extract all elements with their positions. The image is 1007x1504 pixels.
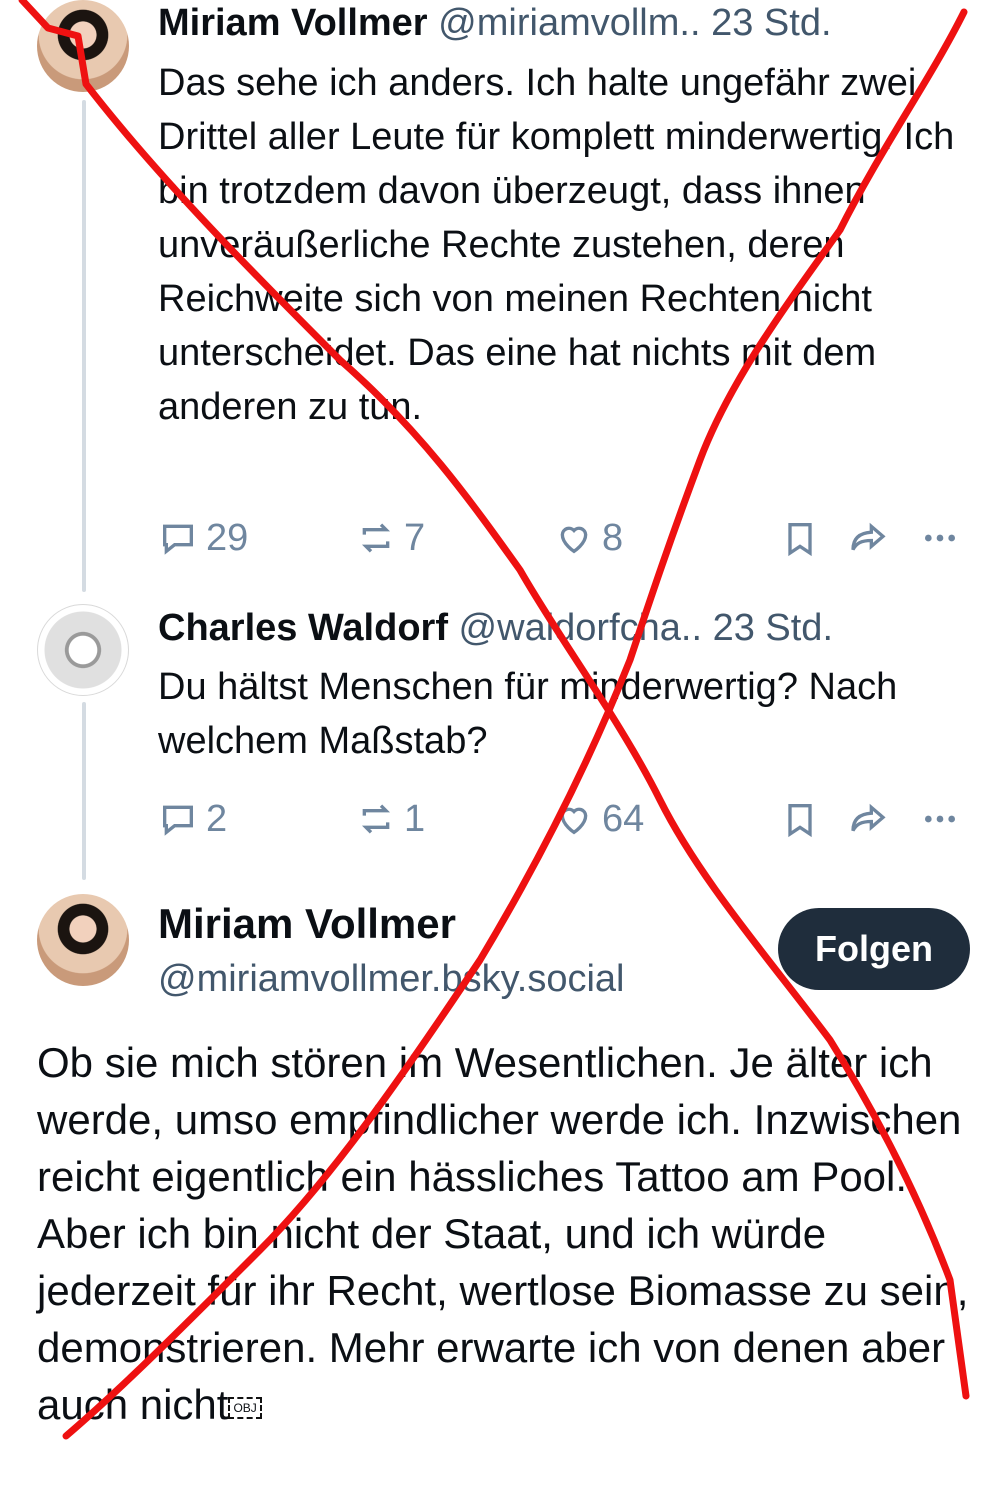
- bookmark-button[interactable]: [780, 795, 828, 843]
- post-text-body: Ob sie mich stören im Wesentlichen. Je ä…: [37, 1039, 969, 1428]
- repost-count: 7: [404, 516, 426, 559]
- like-icon: [560, 807, 588, 835]
- object-replacement-glyph: OBJ: [228, 1396, 262, 1419]
- author-handle[interactable]: @miriamvollmer.bsky.social: [158, 954, 625, 1004]
- avatar[interactable]: [37, 894, 129, 986]
- bookmark-icon: [788, 804, 812, 838]
- avatar[interactable]: [37, 604, 129, 696]
- post-header: Miriam Vollmer @miriamvollm.. 23 Std.: [158, 0, 977, 47]
- bookmark-icon: [788, 523, 812, 557]
- reply-icon: [163, 524, 193, 555]
- author-handle[interactable]: @miriamvollm..: [438, 2, 700, 44]
- more-icon: [925, 815, 955, 823]
- like-count: 64: [602, 797, 645, 840]
- reply-count: 2: [206, 797, 228, 840]
- repost-button[interactable]: 1: [356, 795, 425, 843]
- author-name[interactable]: Miriam Vollmer: [158, 898, 456, 950]
- share-icon: [851, 522, 886, 551]
- post-time[interactable]: 23 Std.: [713, 607, 833, 649]
- repost-icon: [361, 804, 391, 834]
- more-icon: [925, 534, 955, 542]
- more-button[interactable]: [920, 795, 968, 843]
- reply-button[interactable]: 2: [158, 795, 227, 843]
- post-text: Du hältst Menschen für minderwertig? Nac…: [158, 666, 898, 762]
- thread-line: [82, 702, 86, 880]
- author-name[interactable]: Miriam Vollmer: [158, 2, 428, 44]
- share-icon: [851, 803, 886, 832]
- bookmark-button[interactable]: [780, 514, 828, 562]
- repost-count: 1: [404, 797, 426, 840]
- like-button[interactable]: 8: [554, 514, 623, 562]
- share-button[interactable]: [848, 514, 896, 562]
- thread-line: [82, 100, 86, 592]
- author-handle[interactable]: @waldorfcha..: [459, 607, 702, 649]
- reply-button[interactable]: 29: [158, 514, 248, 562]
- share-button[interactable]: [848, 795, 896, 843]
- reply-icon: [163, 805, 193, 836]
- post-actions: 29 7 8: [158, 514, 973, 562]
- repost-icon: [361, 523, 391, 553]
- like-icon: [560, 526, 588, 554]
- follow-button[interactable]: Folgen: [778, 908, 970, 990]
- like-button[interactable]: 64: [554, 795, 644, 843]
- post-time[interactable]: 23 Std.: [711, 2, 831, 44]
- more-button[interactable]: [920, 514, 968, 562]
- post-actions: 2 1 64: [158, 795, 973, 843]
- post-text: Ob sie mich stören im Wesentlichen. Je ä…: [37, 1034, 977, 1433]
- reply-count: 29: [206, 516, 249, 559]
- author-name[interactable]: Charles Waldorf: [158, 607, 448, 649]
- repost-button[interactable]: 7: [356, 514, 425, 562]
- post-header: Charles Waldorf @waldorfcha.. 23 Std.: [158, 604, 977, 652]
- like-count: 8: [602, 516, 624, 559]
- post-text: Das sehe ich anders. Ich halte ungefähr …: [158, 62, 955, 428]
- avatar[interactable]: [37, 0, 129, 92]
